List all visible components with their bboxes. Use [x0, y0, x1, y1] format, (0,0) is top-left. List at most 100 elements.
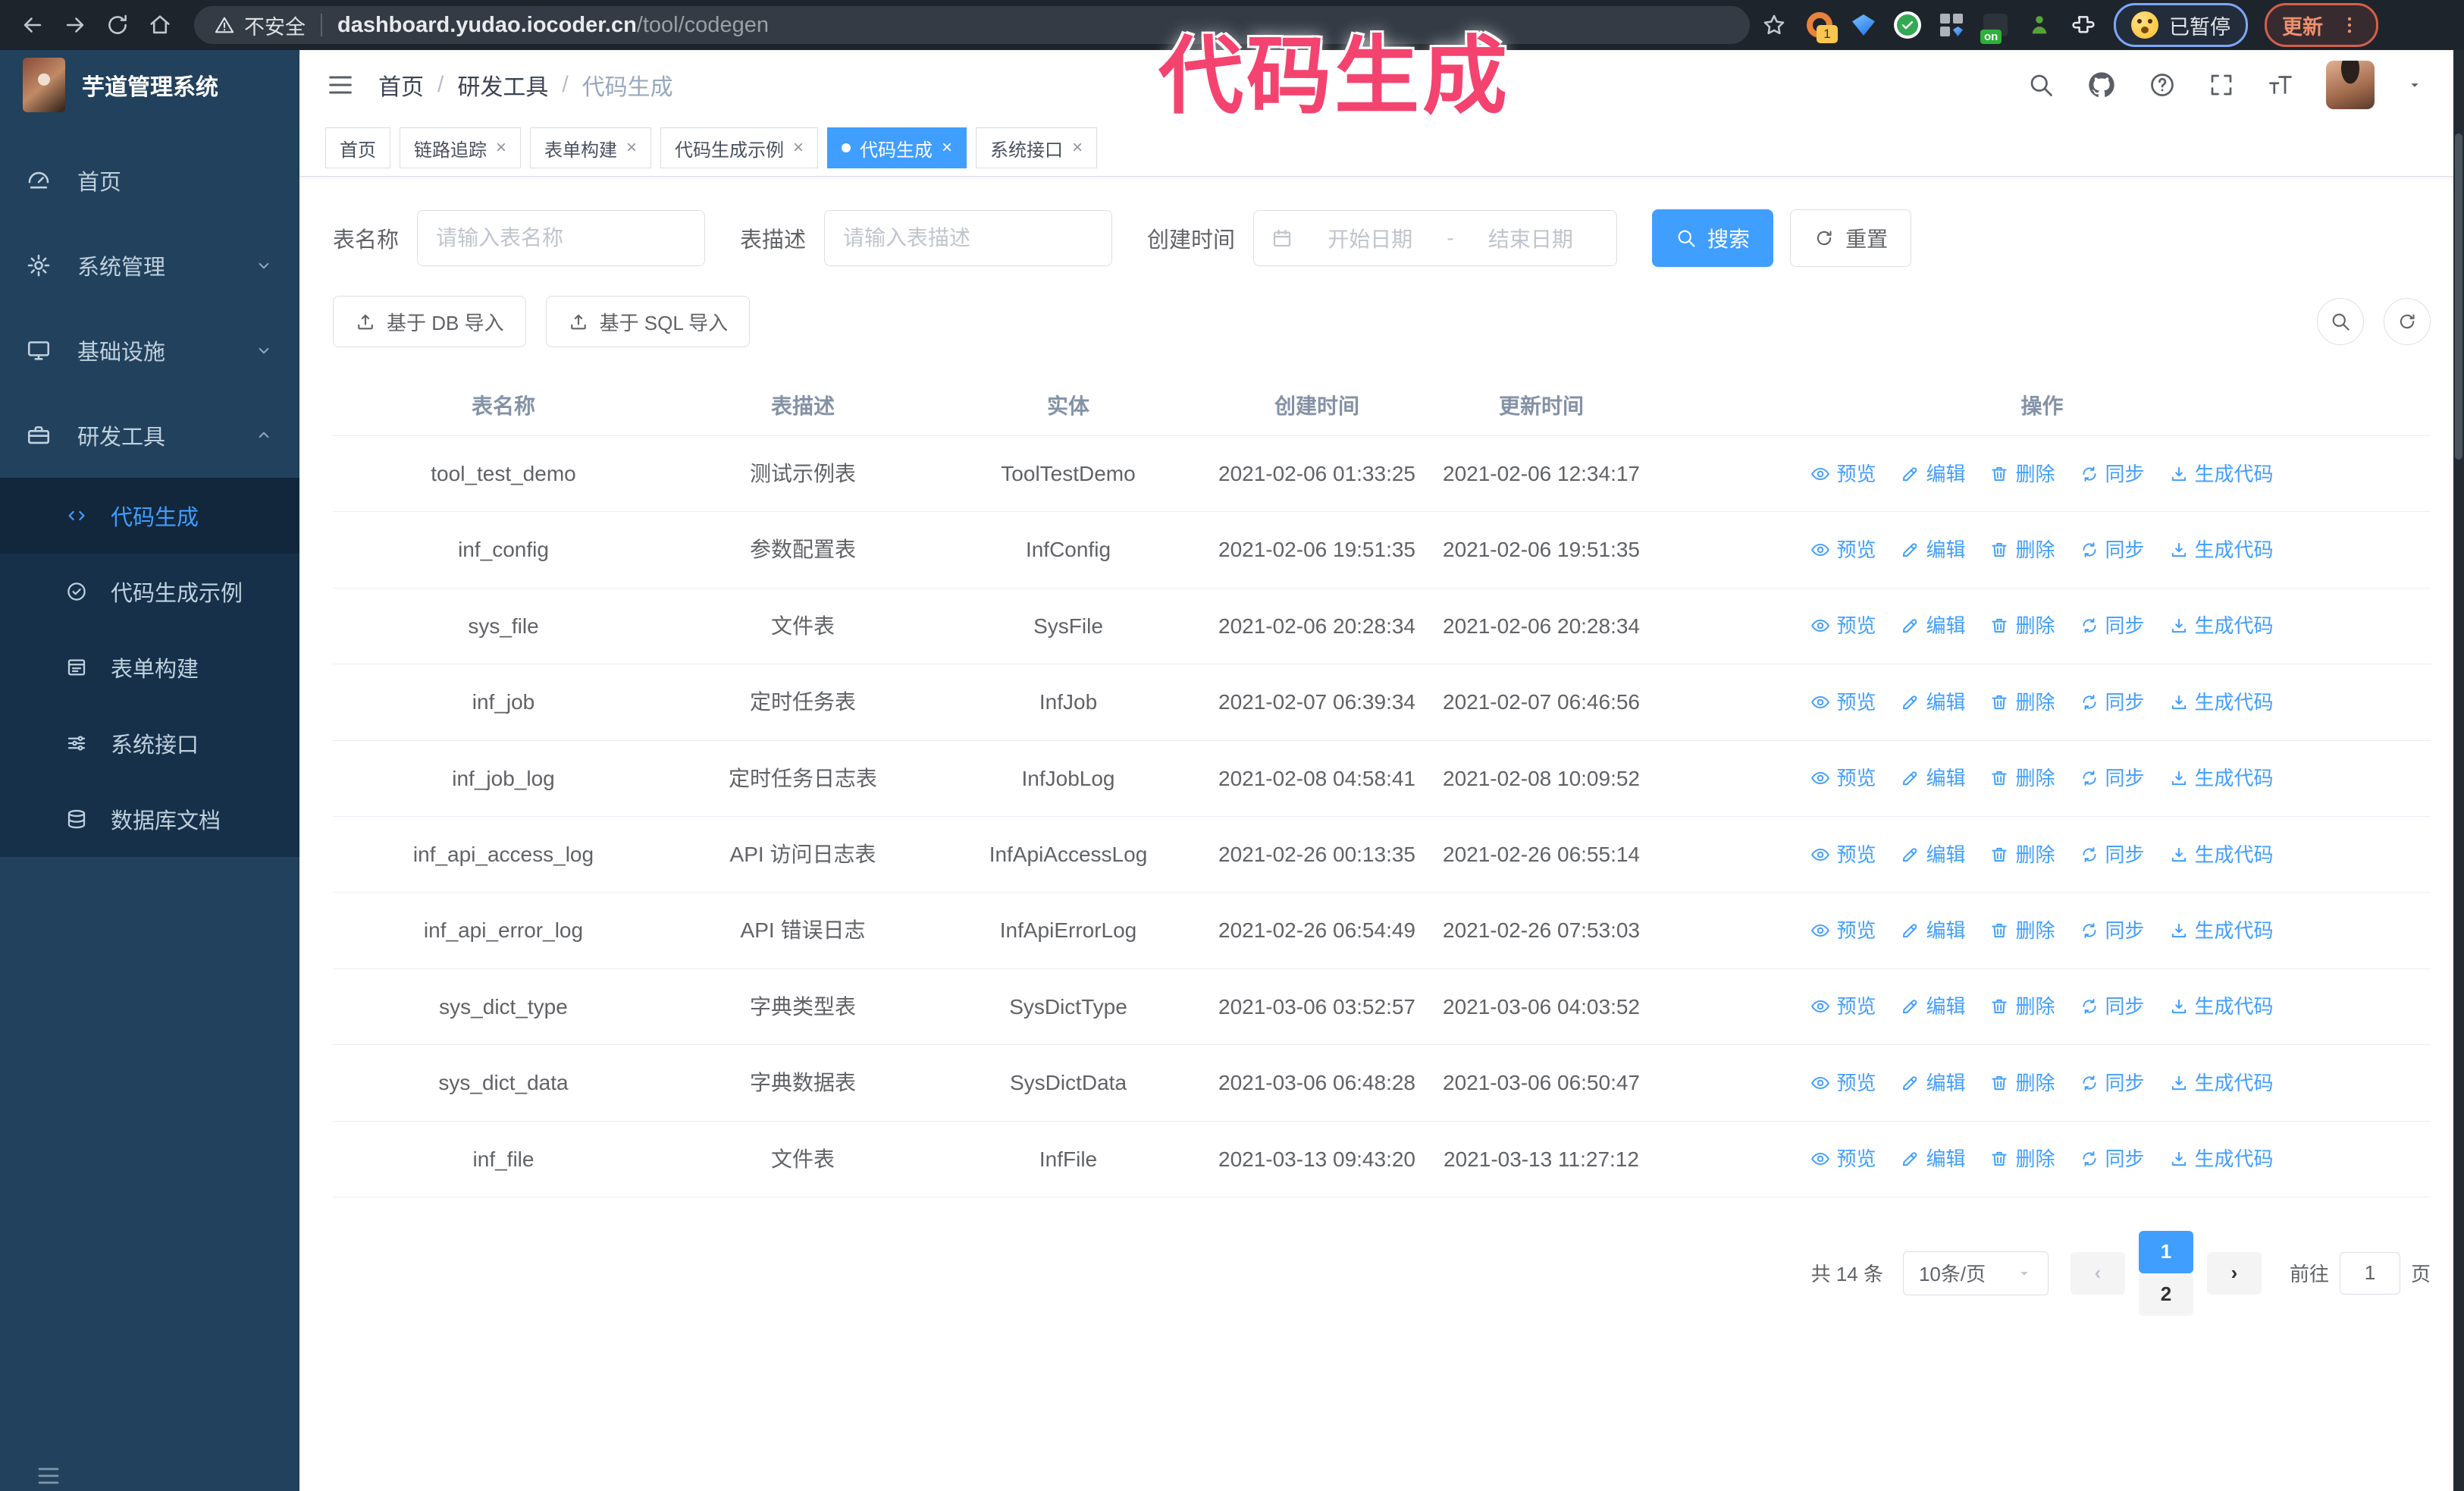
action-编辑[interactable]: 编辑: [1900, 459, 1965, 489]
breadcrumb-item-2[interactable]: 研发工具: [457, 68, 548, 102]
date-range-picker[interactable]: 开始日期 - 结束日期: [1253, 210, 1618, 266]
action-编辑[interactable]: 编辑: [1900, 1144, 1965, 1174]
user-avatar[interactable]: [2326, 61, 2375, 109]
action-生成代码[interactable]: 生成代码: [2169, 687, 2274, 717]
search-icon[interactable]: [2027, 71, 2055, 99]
sidebar-item-研发工具[interactable]: 研发工具: [0, 393, 299, 478]
browser-home-button[interactable]: [143, 8, 177, 42]
import-db-button[interactable]: 基于 DB 导入: [333, 296, 526, 347]
sidebar-subitem-代码生成[interactable]: 代码生成: [0, 478, 299, 554]
bookmark-star-button[interactable]: [1757, 8, 1791, 42]
browser-reload-button[interactable]: [100, 8, 135, 42]
extension-gem[interactable]: [1850, 11, 1877, 39]
action-编辑[interactable]: 编辑: [1900, 687, 1965, 717]
action-删除[interactable]: 删除: [1989, 535, 2055, 565]
close-icon[interactable]: ×: [793, 139, 804, 157]
extension-orange[interactable]: 1: [1806, 11, 1838, 43]
help-icon[interactable]: [2149, 71, 2176, 99]
action-编辑[interactable]: 编辑: [1900, 1068, 1965, 1098]
action-删除[interactable]: 删除: [1989, 763, 2055, 793]
action-同步[interactable]: 同步: [2080, 763, 2145, 793]
action-编辑[interactable]: 编辑: [1900, 535, 1965, 565]
reset-button[interactable]: 重置: [1790, 209, 1912, 267]
scrollbar-thumb[interactable]: [2455, 133, 2462, 460]
action-编辑[interactable]: 编辑: [1900, 763, 1965, 793]
close-icon[interactable]: ×: [942, 139, 952, 157]
page-size-select[interactable]: 10条/页: [1902, 1251, 2049, 1295]
close-icon[interactable]: ×: [1072, 139, 1083, 157]
tab-代码生成[interactable]: 代码生成 ×: [827, 127, 967, 168]
tab-代码生成示例[interactable]: 代码生成示例 ×: [660, 127, 819, 168]
caret-down-icon[interactable]: [2406, 77, 2423, 93]
extension-grid[interactable]: [1938, 11, 1965, 39]
action-同步[interactable]: 同步: [2080, 611, 2145, 641]
profile-paused-chip[interactable]: 已暂停: [2114, 3, 2248, 47]
action-删除[interactable]: 删除: [1989, 915, 2055, 946]
tab-首页[interactable]: 首页: [325, 127, 390, 168]
action-编辑[interactable]: 编辑: [1900, 611, 1965, 641]
action-同步[interactable]: 同步: [2080, 687, 2145, 717]
tab-链路追踪[interactable]: 链路追踪 ×: [400, 127, 522, 168]
sidebar-item-首页[interactable]: 首页: [0, 138, 299, 223]
browser-update-button[interactable]: 更新: [2265, 3, 2378, 47]
extension-check[interactable]: [1894, 11, 1921, 39]
sidebar-subitem-系统接口[interactable]: 系统接口: [0, 705, 299, 781]
import-sql-button[interactable]: 基于 SQL 导入: [545, 296, 751, 347]
tab-系统接口[interactable]: 系统接口 ×: [976, 127, 1098, 168]
action-同步[interactable]: 同步: [2080, 459, 2145, 489]
table-desc-input[interactable]: [824, 210, 1113, 266]
action-预览[interactable]: 预览: [1810, 687, 1876, 717]
sidebar-subitem-代码生成示例[interactable]: 代码生成示例: [0, 554, 299, 629]
close-icon[interactable]: ×: [496, 139, 506, 157]
sidebar-item-系统管理[interactable]: 系统管理: [0, 223, 299, 308]
page-button-2[interactable]: 2: [2138, 1273, 2193, 1316]
refresh-table-button[interactable]: [2384, 298, 2431, 345]
action-删除[interactable]: 删除: [1989, 991, 2055, 1022]
action-预览[interactable]: 预览: [1810, 611, 1876, 641]
action-预览[interactable]: 预览: [1810, 991, 1876, 1022]
action-同步[interactable]: 同步: [2080, 991, 2145, 1022]
action-编辑[interactable]: 编辑: [1900, 991, 1965, 1022]
action-删除[interactable]: 删除: [1989, 1144, 2055, 1174]
security-indicator[interactable]: 不安全: [214, 11, 306, 40]
action-生成代码[interactable]: 生成代码: [2169, 991, 2274, 1022]
browser-forward-button[interactable]: [58, 8, 92, 42]
action-预览[interactable]: 预览: [1810, 459, 1876, 489]
action-预览[interactable]: 预览: [1810, 915, 1876, 946]
sidebar-subitem-数据库文档[interactable]: 数据库文档: [0, 781, 299, 857]
action-生成代码[interactable]: 生成代码: [2169, 535, 2274, 565]
action-同步[interactable]: 同步: [2080, 1144, 2145, 1174]
extension-dark[interactable]: on: [1980, 11, 2009, 44]
tab-表单构建[interactable]: 表单构建 ×: [530, 127, 652, 168]
action-生成代码[interactable]: 生成代码: [2169, 915, 2274, 946]
fullscreen-icon[interactable]: [2208, 71, 2235, 99]
sidebar-collapse-icon[interactable]: [35, 1462, 62, 1489]
action-编辑[interactable]: 编辑: [1900, 840, 1965, 870]
github-icon[interactable]: [2086, 70, 2117, 100]
action-同步[interactable]: 同步: [2080, 840, 2145, 870]
sidebar-subitem-表单构建[interactable]: 表单构建: [0, 629, 299, 705]
action-生成代码[interactable]: 生成代码: [2169, 1068, 2274, 1098]
scrollbar-track[interactable]: [2453, 50, 2464, 1491]
action-删除[interactable]: 删除: [1989, 687, 2055, 717]
goto-page-input[interactable]: [2339, 1251, 2400, 1295]
action-删除[interactable]: 删除: [1989, 840, 2055, 870]
search-button[interactable]: 搜索: [1652, 209, 1774, 267]
page-button-1[interactable]: 1: [2138, 1230, 2193, 1273]
hamburger-icon[interactable]: [325, 70, 356, 100]
sidebar-item-基础设施[interactable]: 基础设施: [0, 308, 299, 393]
action-预览[interactable]: 预览: [1810, 763, 1876, 793]
action-删除[interactable]: 删除: [1989, 459, 2055, 489]
extension-person[interactable]: [2026, 11, 2053, 39]
action-删除[interactable]: 删除: [1989, 1068, 2055, 1098]
browser-back-button[interactable]: [15, 8, 50, 42]
action-删除[interactable]: 删除: [1989, 611, 2055, 641]
toggle-search-button[interactable]: [2317, 298, 2364, 345]
action-生成代码[interactable]: 生成代码: [2169, 840, 2274, 870]
address-bar[interactable]: 不安全 dashboard.yudao.iocoder.cn/tool/code…: [194, 6, 1750, 44]
action-同步[interactable]: 同步: [2080, 915, 2145, 946]
action-预览[interactable]: 预览: [1810, 1068, 1876, 1098]
action-预览[interactable]: 预览: [1810, 840, 1876, 870]
app-logo-row[interactable]: 芋道管理系统: [0, 50, 299, 120]
action-生成代码[interactable]: 生成代码: [2169, 459, 2274, 489]
